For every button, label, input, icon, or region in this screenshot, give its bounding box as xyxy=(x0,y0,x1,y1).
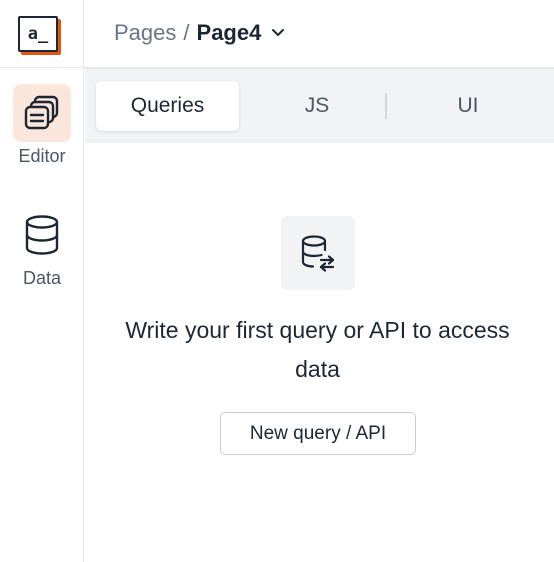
top-header: Pages / Page4 xyxy=(85,0,554,69)
logo-area: a_ xyxy=(0,0,84,68)
chevron-down-icon[interactable] xyxy=(271,28,285,38)
database-refresh-icon xyxy=(281,216,355,290)
app-logo[interactable]: a_ xyxy=(18,16,58,52)
app-window: a_ Editor Data Pages / Page4 Queries JS … xyxy=(0,0,554,562)
sidebar-item-label: Editor xyxy=(18,146,66,166)
breadcrumb-separator: / xyxy=(183,20,190,45)
sidebar-item-editor[interactable]: Editor xyxy=(0,84,84,167)
left-sidebar: a_ Editor Data xyxy=(0,0,84,562)
tab-queries[interactable]: Queries xyxy=(96,81,239,131)
empty-state: Write your first query or API to access … xyxy=(85,143,554,562)
empty-state-message: Write your first query or API to access … xyxy=(125,317,510,382)
sidebar-item-label: Data xyxy=(22,268,62,288)
current-page-name[interactable]: Page4 xyxy=(197,20,262,46)
tab-divider xyxy=(385,93,387,119)
editor-icon xyxy=(13,84,71,142)
tab-js[interactable]: JS xyxy=(257,81,377,131)
sidebar-item-data[interactable]: Data xyxy=(0,206,84,289)
segmented-tab-bar: Queries JS UI xyxy=(85,69,554,143)
tab-ui[interactable]: UI xyxy=(405,81,531,131)
breadcrumb: Pages / Page4 xyxy=(114,20,285,46)
new-query-api-button[interactable]: New query / API xyxy=(220,412,416,455)
database-icon xyxy=(13,206,71,264)
breadcrumb-pages-link[interactable]: Pages xyxy=(114,20,176,46)
